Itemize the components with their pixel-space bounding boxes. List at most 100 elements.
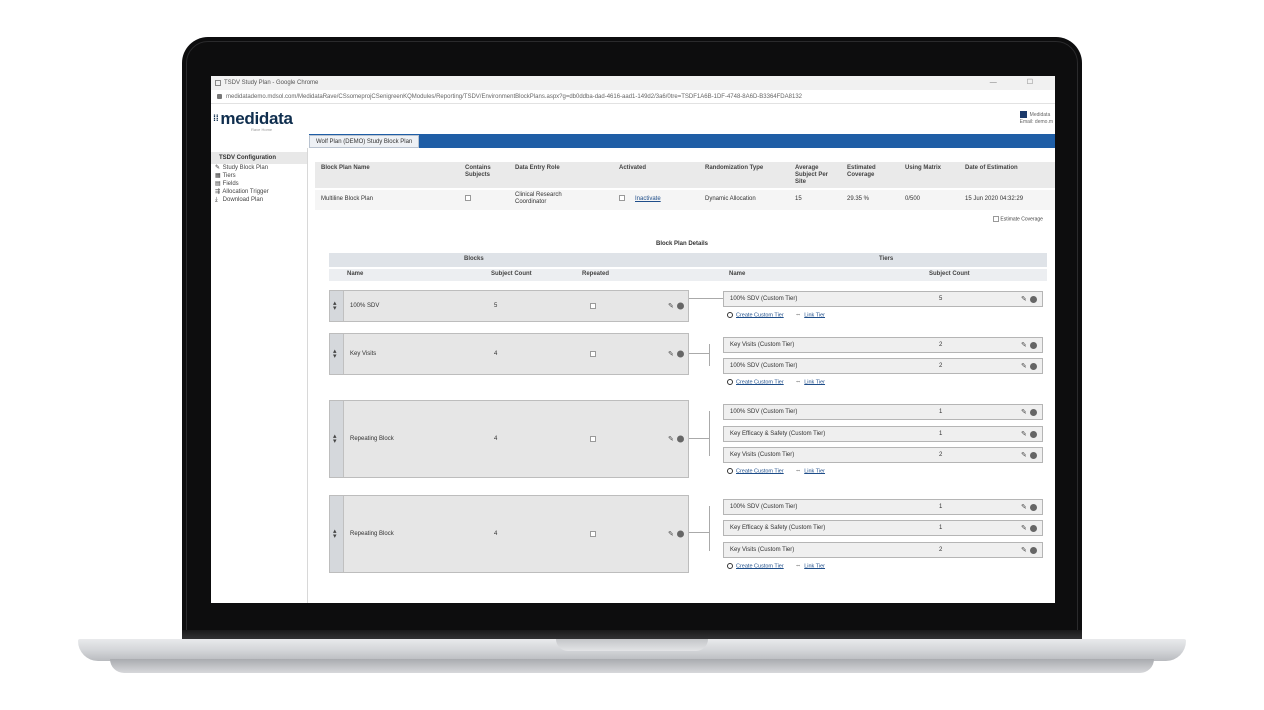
estimate-coverage-label: Estimate Coverage	[1000, 216, 1043, 223]
block-row[interactable]: ▴ ▾ Repeating Block 4 ✎	[329, 495, 689, 573]
window-controls[interactable]: — ☐	[990, 78, 1047, 86]
user-info[interactable]: Medidata Email: demo.m	[1019, 111, 1053, 126]
delete-icon[interactable]	[1030, 452, 1037, 459]
tier-row[interactable]: 100% SDV (Custom Tier) 2 ✎	[723, 358, 1043, 374]
edit-icon[interactable]: ✎	[668, 350, 674, 358]
nav-label: Study Block Plan	[222, 165, 269, 171]
block-name: Repeating Block	[350, 531, 394, 537]
tier-row[interactable]: Key Visits (Custom Tier) 2 ✎	[723, 542, 1043, 558]
logo-text: medidata	[220, 109, 293, 128]
nav-item-allocation-trigger[interactable]: ⇶ Allocation Trigger	[211, 188, 307, 196]
delete-icon[interactable]	[1030, 525, 1037, 532]
url-text[interactable]: medidatademo.mdsol.com/MedidataRave/CSso…	[226, 94, 802, 100]
nav-item-tiers[interactable]: ▦ Tiers	[211, 172, 307, 180]
edit-icon[interactable]: ✎	[1021, 408, 1027, 416]
delete-icon[interactable]	[1030, 547, 1037, 554]
delete-icon[interactable]	[1030, 409, 1037, 416]
edit-icon[interactable]: ✎	[1021, 503, 1027, 511]
link-tier-link[interactable]: Link Tier	[804, 379, 825, 385]
create-custom-tier-link[interactable]: Create Custom Tier	[736, 563, 784, 569]
contains-subjects-checkbox[interactable]	[465, 195, 471, 203]
drag-handle[interactable]: ▴ ▾	[330, 334, 344, 374]
delete-icon[interactable]	[677, 435, 684, 443]
repeated-checkbox[interactable]	[590, 436, 596, 442]
tier-row[interactable]: 100% SDV (Custom Tier) 1 ✎	[723, 499, 1043, 515]
edit-icon[interactable]: ✎	[1021, 295, 1027, 303]
edit-icon[interactable]: ✎	[1021, 430, 1027, 438]
block-plan-details-title: Block Plan Details	[656, 241, 709, 247]
edit-icon[interactable]: ✎	[1021, 524, 1027, 532]
block-name: 100% SDV	[350, 303, 380, 309]
edit-icon[interactable]: ✎	[1021, 546, 1027, 554]
edit-icon[interactable]: ✎	[668, 302, 674, 310]
estimate-coverage-checkbox[interactable]	[993, 216, 999, 222]
tier-row[interactable]: Key Visits (Custom Tier) 2 ✎	[723, 337, 1043, 353]
tier-name: 100% SDV (Custom Tier)	[730, 296, 798, 302]
using-matrix-value: 0/500	[905, 196, 921, 202]
tier-row[interactable]: 100% SDV (Custom Tier) 1 ✎	[723, 404, 1043, 420]
tier-actions: Create Custom Tier ⇔ Link Tier	[727, 379, 825, 388]
link-tier-link[interactable]: Link Tier	[804, 468, 825, 474]
delete-icon[interactable]	[1030, 431, 1037, 438]
data-entry-role: Clinical Research Coordinator	[515, 192, 562, 205]
tier-actions: Create Custom Tier ⇔ Link Tier	[727, 312, 825, 321]
repeated-checkbox[interactable]	[590, 531, 596, 537]
summary-header-row: Block Plan Name Contains Subjects Data E…	[315, 162, 1055, 188]
block-subject-count: 5	[494, 303, 498, 309]
nav-item-fields[interactable]: ▤ Fields	[211, 180, 307, 188]
edit-icon[interactable]: ✎	[668, 435, 674, 443]
nav-item-download-plan[interactable]: ⤓ Download Plan	[211, 196, 307, 204]
blocks-header: Blocks	[464, 256, 484, 262]
study-block-plan-tab[interactable]: Wolf Plan (DEMO) Study Block Plan	[309, 135, 420, 148]
list-icon: ▤	[215, 181, 221, 187]
delete-icon[interactable]	[1030, 504, 1037, 511]
tier-subject-count: 2	[939, 547, 943, 553]
delete-icon[interactable]	[1030, 296, 1037, 303]
edit-icon[interactable]: ✎	[668, 530, 674, 538]
activated-checkbox[interactable]	[619, 195, 625, 203]
block-row[interactable]: ▴ ▾ Repeating Block 4 ✎	[329, 400, 689, 478]
edit-icon[interactable]: ✎	[1021, 341, 1027, 349]
drag-handle[interactable]: ▴ ▾	[330, 401, 344, 477]
average-subject-value: 15	[795, 196, 802, 202]
tier-subject-count: 2	[939, 342, 943, 348]
nav-item-study-block-plan[interactable]: ✎ Study Block Plan	[211, 164, 307, 172]
medidata-logo[interactable]: ⁞⁞ medidata	[213, 109, 293, 129]
block-row[interactable]: ▴ ▾ 100% SDV 5 ✎	[329, 290, 689, 322]
nav-label: Allocation Trigger	[222, 189, 269, 195]
add-circle-icon	[727, 563, 733, 569]
address-bar[interactable]: medidatademo.mdsol.com/MedidataRave/CSso…	[211, 90, 1055, 104]
block-row[interactable]: ▴ ▾ Key Visits 4 ✎	[329, 333, 689, 375]
col-data-entry-role: Data Entry Role	[515, 165, 560, 171]
edit-icon[interactable]: ✎	[1021, 451, 1027, 459]
tier-name: Key Visits (Custom Tier)	[730, 342, 795, 348]
delete-icon[interactable]	[677, 530, 684, 538]
delete-icon[interactable]	[677, 302, 684, 310]
delete-icon[interactable]	[1030, 342, 1037, 349]
drag-handle[interactable]: ▴ ▾	[330, 291, 344, 321]
tier-row[interactable]: Key Efficacy & Safety (Custom Tier) 1 ✎	[723, 520, 1043, 536]
delete-icon[interactable]	[1030, 363, 1037, 370]
edit-icon[interactable]: ✎	[1021, 362, 1027, 370]
tier-row[interactable]: Key Visits (Custom Tier) 2 ✎	[723, 447, 1043, 463]
inactivate-link[interactable]: Inactivate	[635, 196, 661, 203]
create-custom-tier-link[interactable]: Create Custom Tier	[736, 379, 784, 385]
create-custom-tier-link[interactable]: Create Custom Tier	[736, 468, 784, 474]
drag-handle[interactable]: ▴ ▾	[330, 496, 344, 572]
repeated-checkbox[interactable]	[590, 351, 596, 357]
repeated-checkbox[interactable]	[590, 303, 596, 309]
tier-name: 100% SDV (Custom Tier)	[730, 409, 798, 415]
estimate-coverage-toggle[interactable]: Estimate Coverage	[993, 216, 1043, 222]
tier-name: 100% SDV (Custom Tier)	[730, 504, 798, 510]
rave-home-link[interactable]: Rave Home	[251, 127, 272, 132]
delete-icon[interactable]	[677, 350, 684, 358]
tier-subject-count: 1	[939, 504, 943, 510]
tier-row[interactable]: 100% SDV (Custom Tier) 5 ✎	[723, 291, 1043, 307]
link-tier-link[interactable]: Link Tier	[804, 563, 825, 569]
link-icon: ⇔	[795, 468, 802, 475]
app-icon	[215, 80, 221, 86]
tier-row[interactable]: Key Efficacy & Safety (Custom Tier) 1 ✎	[723, 426, 1043, 442]
create-custom-tier-link[interactable]: Create Custom Tier	[736, 312, 784, 318]
link-tier-link[interactable]: Link Tier	[804, 312, 825, 318]
left-navigation: TSDV Configuration ✎ Study Block Plan ▦ …	[211, 148, 308, 603]
